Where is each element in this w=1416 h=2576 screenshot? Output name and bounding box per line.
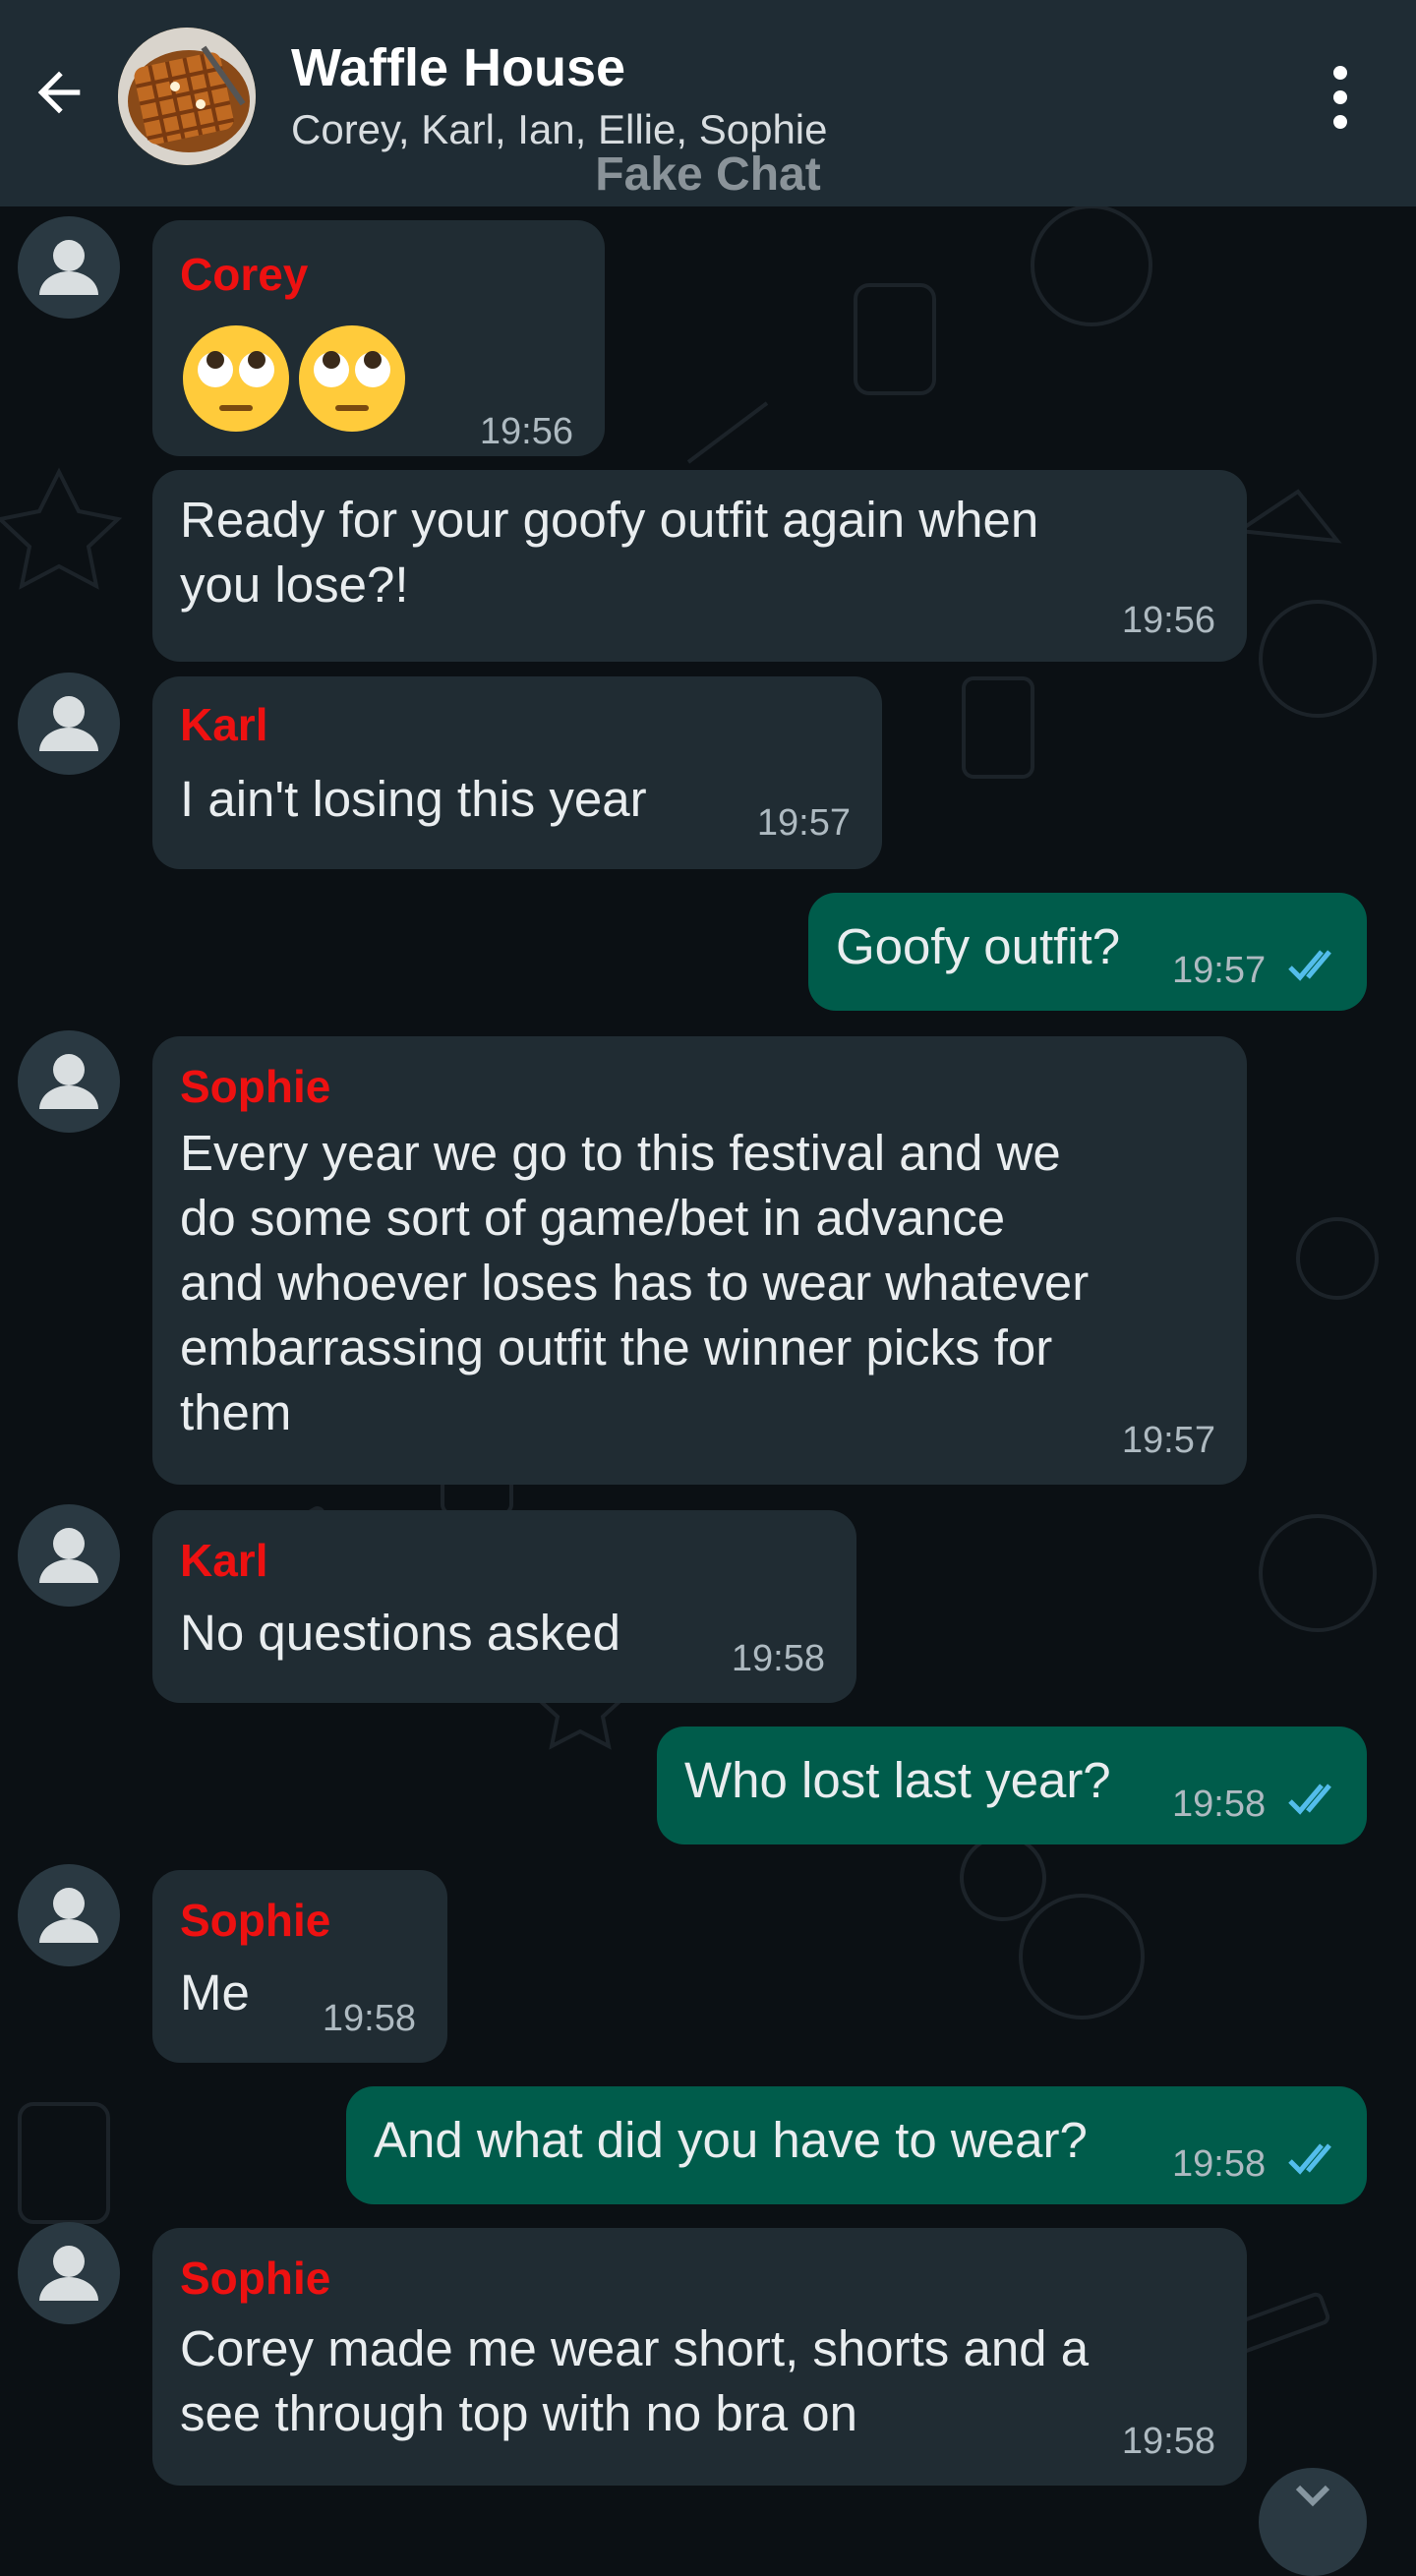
message-time: 19:56 <box>479 411 573 452</box>
message-text: Goofy outfit? <box>836 918 1121 974</box>
message-bubble[interactable]: Karl No questions asked 19:58 <box>152 1510 856 1703</box>
person-icon[interactable] <box>18 1864 120 1966</box>
message-time: 19:58 <box>1172 1784 1267 1825</box>
person-icon[interactable] <box>18 216 120 319</box>
message-text: Corey made me wear short, shorts and a s… <box>180 2320 1090 2441</box>
more-vertical-icon[interactable] <box>1318 63 1363 132</box>
face-with-rolling-eyes-emoji <box>299 325 405 432</box>
chevron-down-icon <box>1295 2485 1330 2507</box>
message-bubble[interactable]: Karl I ain't losing this year 19:57 <box>152 676 882 869</box>
sender-name: Corey <box>180 249 309 300</box>
sender-name: Sophie <box>180 2253 331 2304</box>
message-bubble[interactable]: Sophie Corey made me wear short, shorts … <box>152 2228 1247 2486</box>
person-icon[interactable] <box>18 1030 120 1133</box>
person-icon[interactable] <box>18 673 120 775</box>
group-avatar[interactable] <box>118 28 256 165</box>
message-time: 19:58 <box>1121 2421 1215 2462</box>
person-icon[interactable] <box>18 1504 120 1607</box>
double-check-icon <box>1288 950 1331 981</box>
message-bubble[interactable]: Ready for your goofy outfit again when y… <box>152 470 1247 662</box>
message-time: 19:58 <box>322 1998 416 2039</box>
member-list[interactable]: Corey, Karl, Ian, Ellie, Sophie <box>291 106 828 153</box>
message-time: 19:58 <box>731 1638 825 1679</box>
message-list[interactable]: Corey 19:56 Ready for your goofy outfit … <box>0 206 1416 2508</box>
message-bubble[interactable]: Sophie Every year we go to this festival… <box>152 1036 1247 1485</box>
arrow-left-icon[interactable] <box>28 61 90 124</box>
sender-name: Sophie <box>180 1061 331 1112</box>
watermark: Fake Chat <box>595 148 821 201</box>
message-text: I ain't losing this year <box>180 771 647 827</box>
message-time: 19:58 <box>1172 2143 1267 2185</box>
scroll-down-button[interactable] <box>1259 2468 1367 2576</box>
face-with-rolling-eyes-emoji <box>183 325 289 432</box>
message-text: No questions asked <box>180 1605 620 1661</box>
message-time: 19:57 <box>1172 950 1267 991</box>
message-time: 19:57 <box>756 802 851 844</box>
double-check-icon <box>1288 2143 1331 2175</box>
waffle-image <box>118 28 256 165</box>
sender-name: Karl <box>180 1535 268 1586</box>
message-text: Who lost last year? <box>684 1752 1111 1808</box>
person-icon[interactable] <box>18 2222 120 2324</box>
double-check-icon <box>1288 1784 1331 1815</box>
message-bubble-outgoing[interactable]: Who lost last year? 19:58 <box>657 1727 1367 1844</box>
message-bubble-outgoing[interactable]: And what did you have to wear? 19:58 <box>346 2086 1367 2204</box>
message-bubble[interactable]: Corey 19:56 <box>152 220 605 456</box>
message-bubble-outgoing[interactable]: Goofy outfit? 19:57 <box>808 893 1367 1011</box>
sender-name: Sophie <box>180 1895 331 1946</box>
message-time: 19:56 <box>1121 600 1215 641</box>
sender-name: Karl <box>180 699 268 750</box>
message-text: And what did you have to wear? <box>374 2112 1088 2168</box>
message-bubble[interactable]: Sophie Me 19:58 <box>152 1870 447 2063</box>
chat-title[interactable]: Waffle House <box>291 37 625 98</box>
chat-header: Waffle House Corey, Karl, Ian, Ellie, So… <box>0 0 1416 206</box>
message-time: 19:57 <box>1121 1420 1215 1461</box>
message-text: Me <box>180 1964 250 2020</box>
message-text: Every year we go to this festival and we… <box>180 1125 1090 1440</box>
message-text: Ready for your goofy outfit again when y… <box>180 492 1039 613</box>
